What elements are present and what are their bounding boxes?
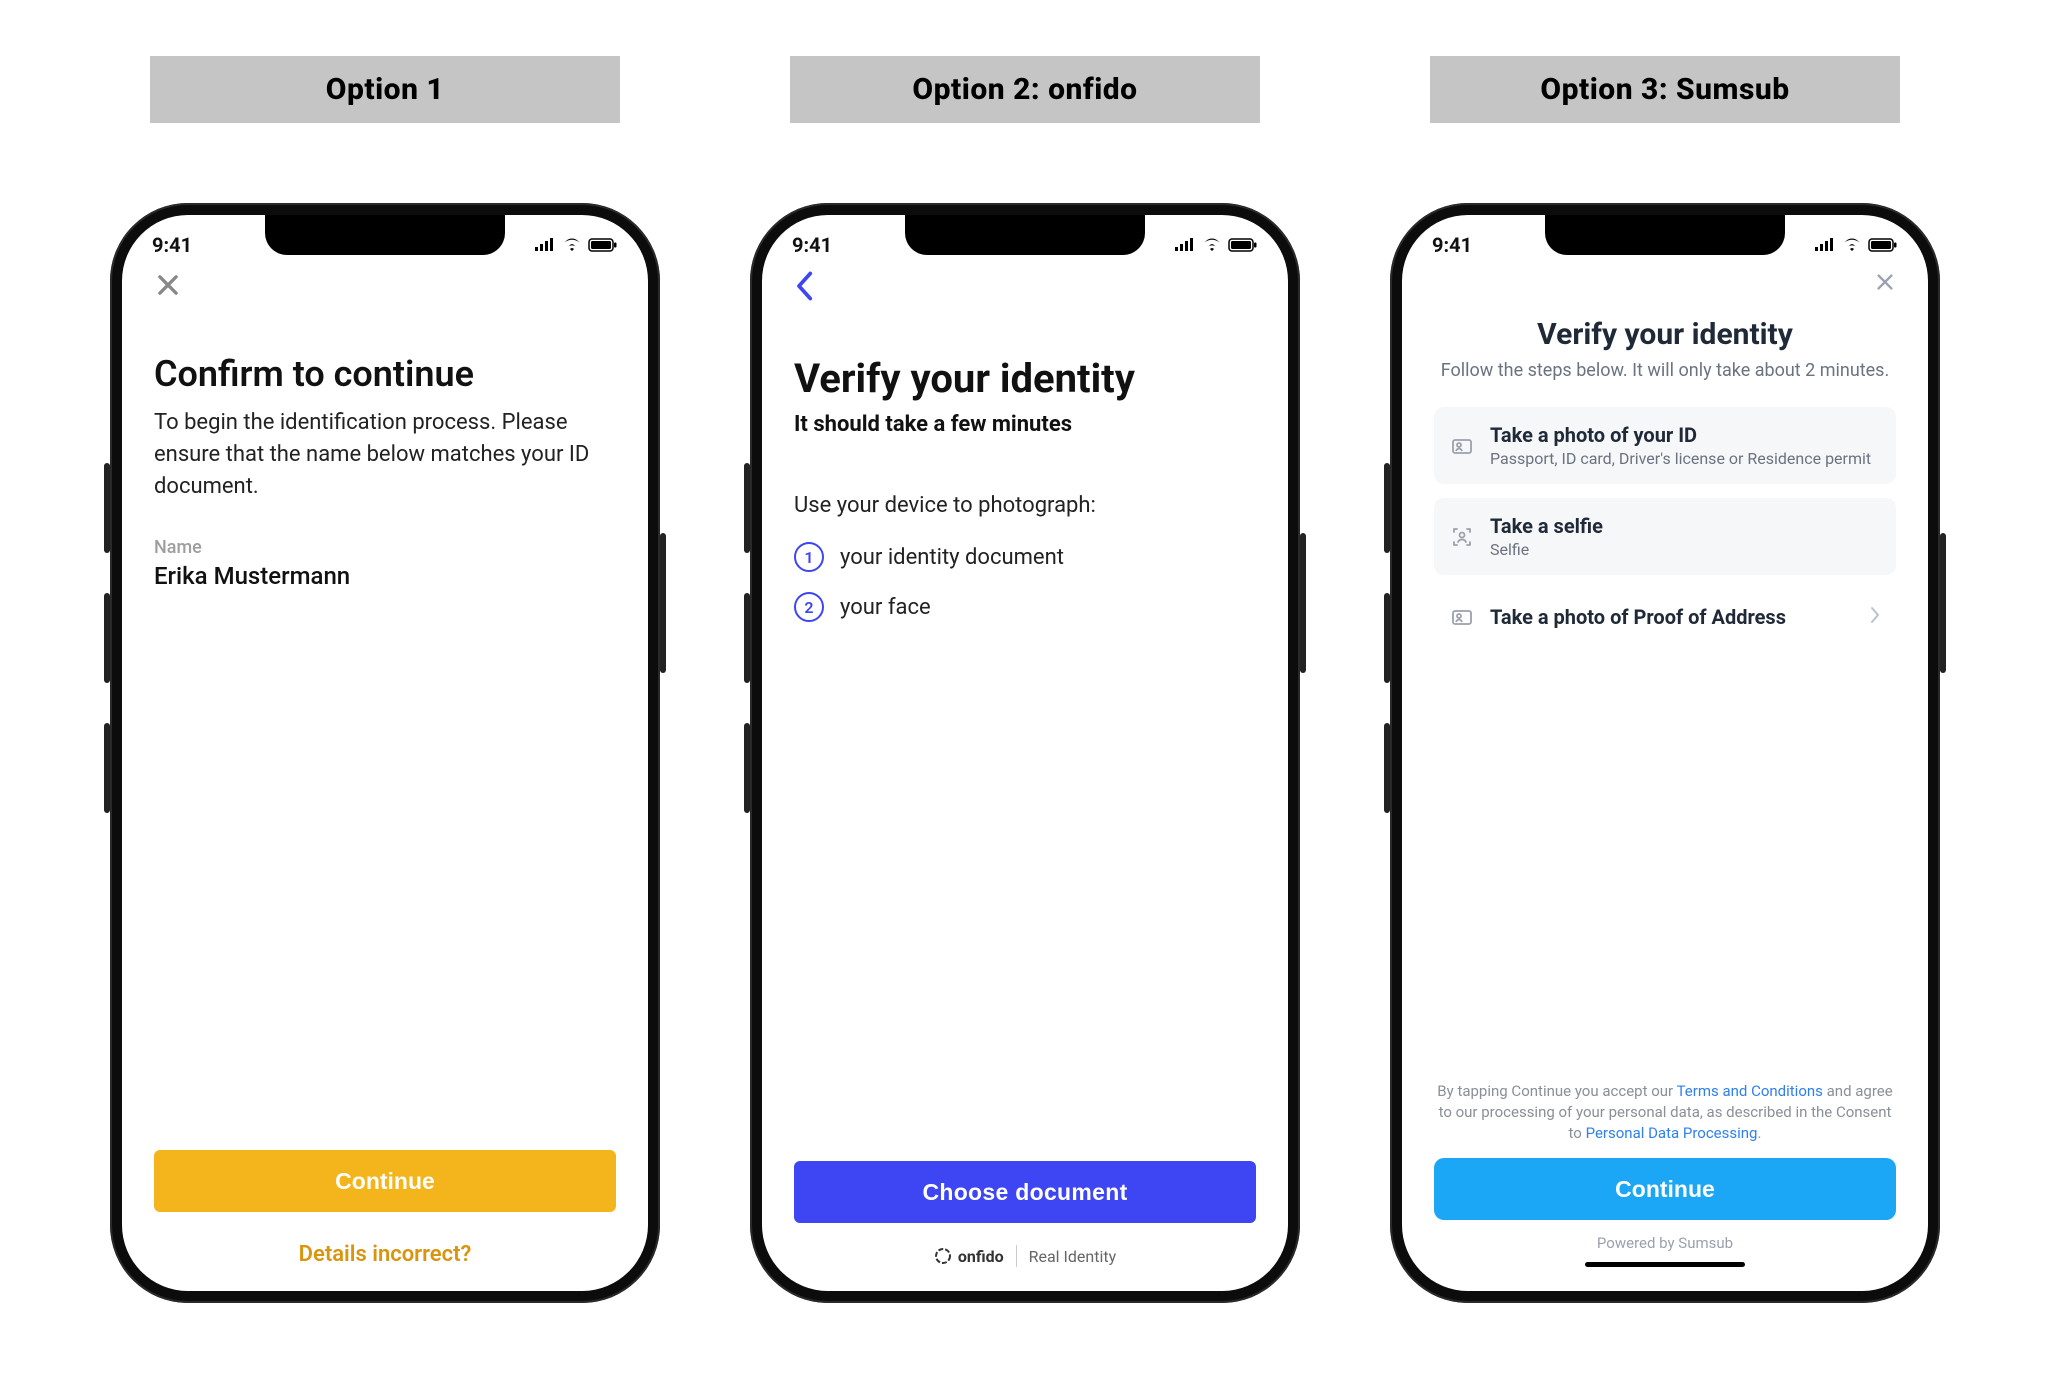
step-title: Take a photo of your ID (1490, 423, 1880, 447)
phone-screen-3: 9:41 Verify your identity (1402, 215, 1928, 1291)
status-indicators (1814, 238, 1898, 252)
brand-tagline: Real Identity (1029, 1247, 1117, 1266)
step-item-selfie[interactable]: Take a selfie Selfie (1434, 498, 1896, 575)
step-item-id-photo[interactable]: Take a photo of your ID Passport, ID car… (1434, 407, 1896, 484)
brand-footer: onfido Real Identity (794, 1245, 1256, 1267)
close-icon[interactable] (1874, 271, 1896, 297)
step-1: 1 your identity document (794, 542, 1256, 572)
page-subtitle: It should take a few minutes (794, 412, 1256, 437)
step-subtitle: Selfie (1490, 540, 1880, 559)
page-subtitle: Follow the steps below. It will only tak… (1434, 358, 1896, 383)
page-description: To begin the identification process. Ple… (154, 407, 616, 503)
step-2: 2 your face (794, 592, 1256, 622)
option-2-label: Option 2: onfido (790, 56, 1260, 123)
details-incorrect-link[interactable]: Details incorrect? (154, 1242, 616, 1267)
phone-frame-2: 9:41 Verify your identity It should take… (750, 203, 1300, 1303)
status-time: 9:41 (1432, 233, 1472, 257)
name-label: Name (154, 537, 616, 558)
chevron-right-icon (1870, 606, 1880, 628)
status-indicators (1174, 238, 1258, 252)
choose-document-button[interactable]: Choose document (794, 1161, 1256, 1223)
home-indicator (1585, 1262, 1745, 1267)
option-3-label: Option 3: Sumsub (1430, 56, 1900, 123)
continue-button[interactable]: Continue (154, 1150, 616, 1212)
step-subtitle: Passport, ID card, Driver's license or R… (1490, 449, 1880, 468)
legal-text: By tapping Continue you accept our Terms… (1434, 1081, 1896, 1144)
status-time: 9:41 (792, 233, 832, 257)
step-text: your face (840, 595, 931, 620)
step-title: Take a selfie (1490, 514, 1880, 538)
status-time: 9:41 (152, 233, 192, 257)
selfie-icon (1448, 525, 1476, 549)
phone-frame-1: 9:41 Confirm to continue To begin the id… (110, 203, 660, 1303)
instruction-lead: Use your device to photograph: (794, 493, 1256, 518)
page-title: Verify your identity (1434, 317, 1896, 352)
id-card-icon (1448, 434, 1476, 458)
page-title: Verify your identity (794, 355, 1256, 402)
step-item-proof-of-address[interactable]: Take a photo of Proof of Address (1434, 589, 1896, 645)
status-indicators (534, 238, 618, 252)
terms-link[interactable]: Terms and Conditions (1677, 1082, 1823, 1100)
onfido-logo: onfido (934, 1247, 1004, 1266)
phone-frame-3: 9:41 Verify your identity (1390, 203, 1940, 1303)
phone-screen-2: 9:41 Verify your identity It should take… (762, 215, 1288, 1291)
step-number-icon: 1 (794, 542, 824, 572)
step-text: your identity document (840, 545, 1064, 570)
back-icon[interactable] (794, 271, 814, 305)
option-1-label: Option 1 (150, 56, 620, 123)
step-title: Take a photo of Proof of Address (1490, 605, 1856, 629)
continue-button[interactable]: Continue (1434, 1158, 1896, 1220)
powered-by: Powered by Sumsub (1434, 1234, 1896, 1252)
id-card-icon (1448, 605, 1476, 629)
name-value: Erika Mustermann (154, 562, 616, 590)
page-title: Confirm to continue (154, 353, 616, 395)
phone-screen-1: 9:41 Confirm to continue To begin the id… (122, 215, 648, 1291)
privacy-link[interactable]: Personal Data Processing (1586, 1124, 1758, 1142)
step-number-icon: 2 (794, 592, 824, 622)
close-icon[interactable] (154, 271, 182, 303)
